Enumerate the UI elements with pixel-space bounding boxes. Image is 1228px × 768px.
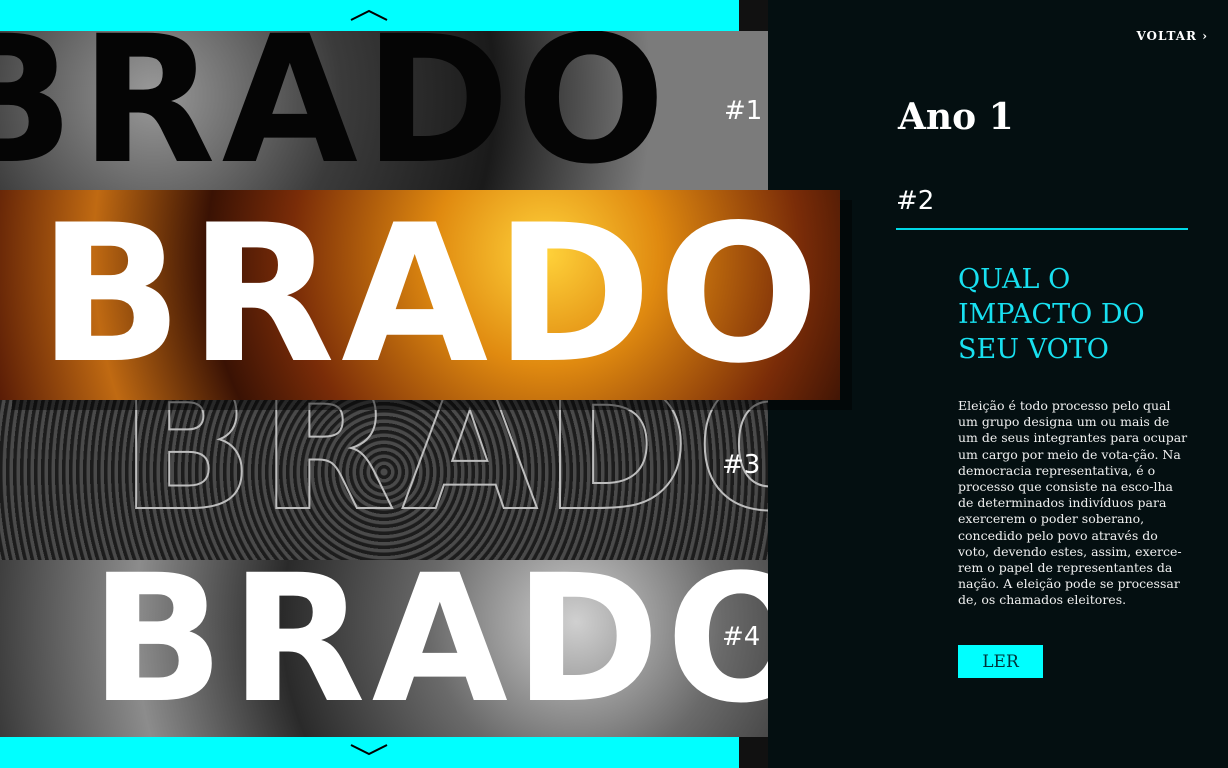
chevron-down-icon[interactable] [349, 743, 389, 757]
year-title: Ano 1 [898, 96, 1014, 138]
issue-number: #3 [722, 450, 761, 480]
issue-card-1[interactable]: BRADO #1 [0, 31, 768, 191]
issue-card-4[interactable]: BRADO #4 [0, 560, 768, 737]
issue-number: #4 [722, 622, 761, 652]
read-button[interactable]: LER [958, 645, 1043, 678]
issue-card-title: BRADO [90, 560, 768, 737]
divider [896, 228, 1188, 230]
issue-card-3[interactable]: BRADO #3 [0, 400, 768, 560]
next-bar[interactable] [0, 737, 739, 768]
issue-card-title: BRADO [0, 31, 672, 191]
article-headline: QUAL O IMPACTO DO SEU VOTO [958, 264, 1145, 365]
prev-bar[interactable] [0, 0, 739, 31]
issue-number-heading: #2 [896, 186, 935, 216]
back-link[interactable]: VOLTAR › [1136, 29, 1208, 43]
issue-number: #1 [724, 96, 763, 126]
chevron-up-icon[interactable] [349, 8, 389, 22]
issue-card-title: BRADO [119, 400, 768, 550]
issue-card-2-active[interactable]: BRADO [0, 190, 840, 400]
issue-card-title: BRADO [38, 190, 826, 400]
article-body: Eleição é todo processo pelo qual um gru… [958, 398, 1188, 608]
